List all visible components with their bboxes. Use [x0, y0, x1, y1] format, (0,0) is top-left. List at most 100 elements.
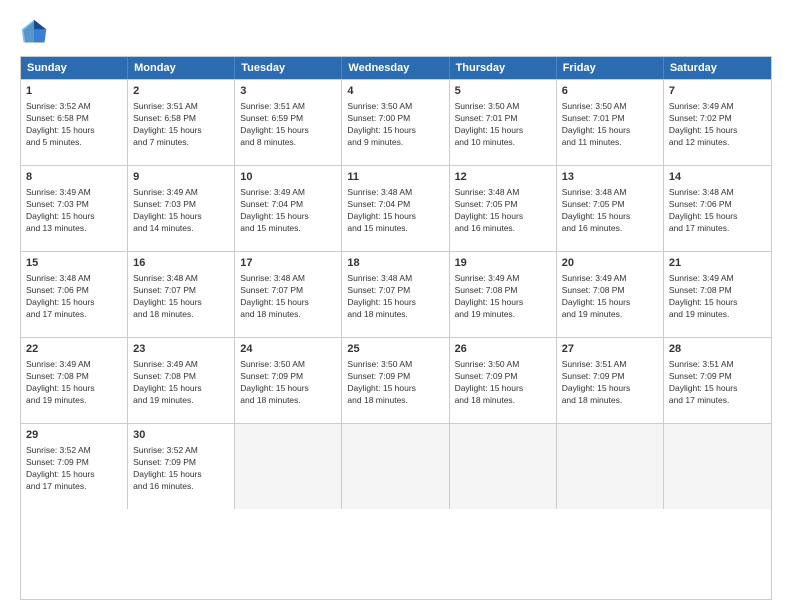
calendar-cell-day-9: 9 Sunrise: 3:49 AMSunset: 7:03 PMDaylight…: [128, 166, 235, 251]
calendar-cell-day-24: 24Sunrise: 3:50 AMSunset: 7:09 PMDayligh…: [235, 338, 342, 423]
cell-sun-info: Sunrise: 3:49 AMSunset: 7:08 PMDaylight:…: [669, 273, 766, 321]
weekday-header-friday: Friday: [557, 57, 664, 79]
day-number: 8: [26, 170, 122, 185]
day-number: 1: [26, 84, 122, 99]
cell-sun-info: Sunrise: 3:49 AMSunset: 7:04 PMDaylight:…: [240, 187, 336, 235]
cell-sun-info: Sunrise: 3:49 AMSunset: 7:08 PMDaylight:…: [562, 273, 658, 321]
calendar-cell-day-1: 1 Sunrise: 3:52 AMSunset: 6:58 PMDaylight…: [21, 80, 128, 165]
day-number: 25: [347, 342, 443, 357]
cell-sun-info: Sunrise: 3:52 AMSunset: 6:58 PMDaylight:…: [26, 101, 122, 149]
calendar: SundayMondayTuesdayWednesdayThursdayFrid…: [20, 56, 772, 600]
calendar-cell-day-17: 17Sunrise: 3:48 AMSunset: 7:07 PMDayligh…: [235, 252, 342, 337]
day-number: 18: [347, 256, 443, 271]
cell-sun-info: Sunrise: 3:52 AMSunset: 7:09 PMDaylight:…: [26, 445, 122, 493]
day-number: 26: [455, 342, 551, 357]
calendar-cell-day-29: 29 Sunrise: 3:52 AMSunset: 7:09 PMDayligh…: [21, 424, 128, 509]
day-number: 13: [562, 170, 658, 185]
calendar-row-1: 1 Sunrise: 3:52 AMSunset: 6:58 PMDaylight…: [21, 79, 771, 165]
cell-sun-info: Sunrise: 3:50 AMSunset: 7:00 PMDaylight:…: [347, 101, 443, 149]
day-number: 17: [240, 256, 336, 271]
calendar-body: 1 Sunrise: 3:52 AMSunset: 6:58 PMDaylight…: [21, 79, 771, 509]
day-number: 22: [26, 342, 122, 357]
calendar-cell-empty: [450, 424, 557, 509]
day-number: 28: [669, 342, 766, 357]
logo: [20, 18, 52, 46]
calendar-cell-day-30: 30 Sunrise: 3:52 AMSunset: 7:09 PMDayligh…: [128, 424, 235, 509]
day-number: 27: [562, 342, 658, 357]
calendar-cell-day-21: 21Sunrise: 3:49 AMSunset: 7:08 PMDayligh…: [664, 252, 771, 337]
day-number: 12: [455, 170, 551, 185]
day-number: 10: [240, 170, 336, 185]
day-number: 4: [347, 84, 443, 99]
page: SundayMondayTuesdayWednesdayThursdayFrid…: [0, 0, 792, 612]
calendar-cell-day-12: 12 Sunrise: 3:48 AMSunset: 7:05 PMDayligh…: [450, 166, 557, 251]
cell-sun-info: Sunrise: 3:51 AMSunset: 7:09 PMDaylight:…: [562, 359, 658, 407]
calendar-cell-day-15: 15 Sunrise: 3:48 AMSunset: 7:06 PMDayligh…: [21, 252, 128, 337]
logo-icon: [20, 18, 48, 46]
calendar-cell-day-7: 7 Sunrise: 3:49 AMSunset: 7:02 PMDaylight…: [664, 80, 771, 165]
calendar-row-5: 29 Sunrise: 3:52 AMSunset: 7:09 PMDayligh…: [21, 423, 771, 509]
calendar-cell-empty: [664, 424, 771, 509]
day-number: 5: [455, 84, 551, 99]
calendar-cell-day-22: 22 Sunrise: 3:49 AMSunset: 7:08 PMDayligh…: [21, 338, 128, 423]
day-number: 16: [133, 256, 229, 271]
cell-sun-info: Sunrise: 3:48 AMSunset: 7:05 PMDaylight:…: [455, 187, 551, 235]
day-number: 15: [26, 256, 122, 271]
cell-sun-info: Sunrise: 3:48 AMSunset: 7:05 PMDaylight:…: [562, 187, 658, 235]
calendar-cell-day-8: 8Sunrise: 3:49 AMSunset: 7:03 PMDaylight…: [21, 166, 128, 251]
cell-sun-info: Sunrise: 3:48 AMSunset: 7:06 PMDaylight:…: [669, 187, 766, 235]
calendar-cell-empty: [235, 424, 342, 509]
day-number: 20: [562, 256, 658, 271]
calendar-row-4: 22 Sunrise: 3:49 AMSunset: 7:08 PMDayligh…: [21, 337, 771, 423]
weekday-header-saturday: Saturday: [664, 57, 771, 79]
day-number: 9: [133, 170, 229, 185]
calendar-cell-day-6: 6 Sunrise: 3:50 AMSunset: 7:01 PMDaylight…: [557, 80, 664, 165]
calendar-cell-day-3: 3 Sunrise: 3:51 AMSunset: 6:59 PMDaylight…: [235, 80, 342, 165]
cell-sun-info: Sunrise: 3:48 AMSunset: 7:04 PMDaylight:…: [347, 187, 443, 235]
cell-sun-info: Sunrise: 3:49 AMSunset: 7:03 PMDaylight:…: [133, 187, 229, 235]
day-number: 7: [669, 84, 766, 99]
cell-sun-info: Sunrise: 3:50 AMSunset: 7:01 PMDaylight:…: [562, 101, 658, 149]
calendar-cell-day-26: 26Sunrise: 3:50 AMSunset: 7:09 PMDayligh…: [450, 338, 557, 423]
cell-sun-info: Sunrise: 3:51 AMSunset: 6:59 PMDaylight:…: [240, 101, 336, 149]
calendar-cell-day-5: 5 Sunrise: 3:50 AMSunset: 7:01 PMDaylight…: [450, 80, 557, 165]
calendar-cell-day-19: 19 Sunrise: 3:49 AMSunset: 7:08 PMDayligh…: [450, 252, 557, 337]
calendar-cell-day-18: 18 Sunrise: 3:48 AMSunset: 7:07 PMDayligh…: [342, 252, 449, 337]
calendar-row-3: 15 Sunrise: 3:48 AMSunset: 7:06 PMDayligh…: [21, 251, 771, 337]
weekday-header-wednesday: Wednesday: [342, 57, 449, 79]
calendar-cell-day-16: 16 Sunrise: 3:48 AMSunset: 7:07 PMDayligh…: [128, 252, 235, 337]
day-number: 23: [133, 342, 229, 357]
weekday-header-monday: Monday: [128, 57, 235, 79]
cell-sun-info: Sunrise: 3:50 AMSunset: 7:01 PMDaylight:…: [455, 101, 551, 149]
calendar-row-2: 8 Sunrise: 3:49 AMSunset: 7:03 PMDaylight…: [21, 165, 771, 251]
calendar-header: SundayMondayTuesdayWednesdayThursdayFrid…: [21, 57, 771, 79]
header: [20, 18, 772, 46]
cell-sun-info: Sunrise: 3:49 AMSunset: 7:08 PMDaylight:…: [455, 273, 551, 321]
calendar-cell-empty: [557, 424, 664, 509]
cell-sun-info: Sunrise: 3:48 AMSunset: 7:06 PMDaylight:…: [26, 273, 122, 321]
cell-sun-info: Sunrise: 3:52 AMSunset: 7:09 PMDaylight:…: [133, 445, 229, 493]
calendar-cell-day-23: 23 Sunrise: 3:49 AMSunset: 7:08 PMDayligh…: [128, 338, 235, 423]
cell-sun-info: Sunrise: 3:49 AMSunset: 7:08 PMDaylight:…: [133, 359, 229, 407]
calendar-cell-day-27: 27 Sunrise: 3:51 AMSunset: 7:09 PMDayligh…: [557, 338, 664, 423]
calendar-cell-day-14: 14 Sunrise: 3:48 AMSunset: 7:06 PMDayligh…: [664, 166, 771, 251]
day-number: 30: [133, 428, 229, 443]
calendar-cell-day-2: 2Sunrise: 3:51 AMSunset: 6:58 PMDaylight…: [128, 80, 235, 165]
cell-sun-info: Sunrise: 3:48 AMSunset: 7:07 PMDaylight:…: [347, 273, 443, 321]
calendar-cell-day-4: 4 Sunrise: 3:50 AMSunset: 7:00 PMDaylight…: [342, 80, 449, 165]
day-number: 29: [26, 428, 122, 443]
day-number: 6: [562, 84, 658, 99]
day-number: 19: [455, 256, 551, 271]
cell-sun-info: Sunrise: 3:51 AMSunset: 7:09 PMDaylight:…: [669, 359, 766, 407]
cell-sun-info: Sunrise: 3:50 AMSunset: 7:09 PMDaylight:…: [347, 359, 443, 407]
calendar-cell-day-13: 13 Sunrise: 3:48 AMSunset: 7:05 PMDayligh…: [557, 166, 664, 251]
calendar-cell-day-10: 10 Sunrise: 3:49 AMSunset: 7:04 PMDayligh…: [235, 166, 342, 251]
day-number: 3: [240, 84, 336, 99]
day-number: 11: [347, 170, 443, 185]
cell-sun-info: Sunrise: 3:49 AMSunset: 7:02 PMDaylight:…: [669, 101, 766, 149]
calendar-cell-day-25: 25 Sunrise: 3:50 AMSunset: 7:09 PMDayligh…: [342, 338, 449, 423]
day-number: 24: [240, 342, 336, 357]
cell-sun-info: Sunrise: 3:48 AMSunset: 7:07 PMDaylight:…: [133, 273, 229, 321]
cell-sun-info: Sunrise: 3:49 AMSunset: 7:08 PMDaylight:…: [26, 359, 122, 407]
day-number: 14: [669, 170, 766, 185]
